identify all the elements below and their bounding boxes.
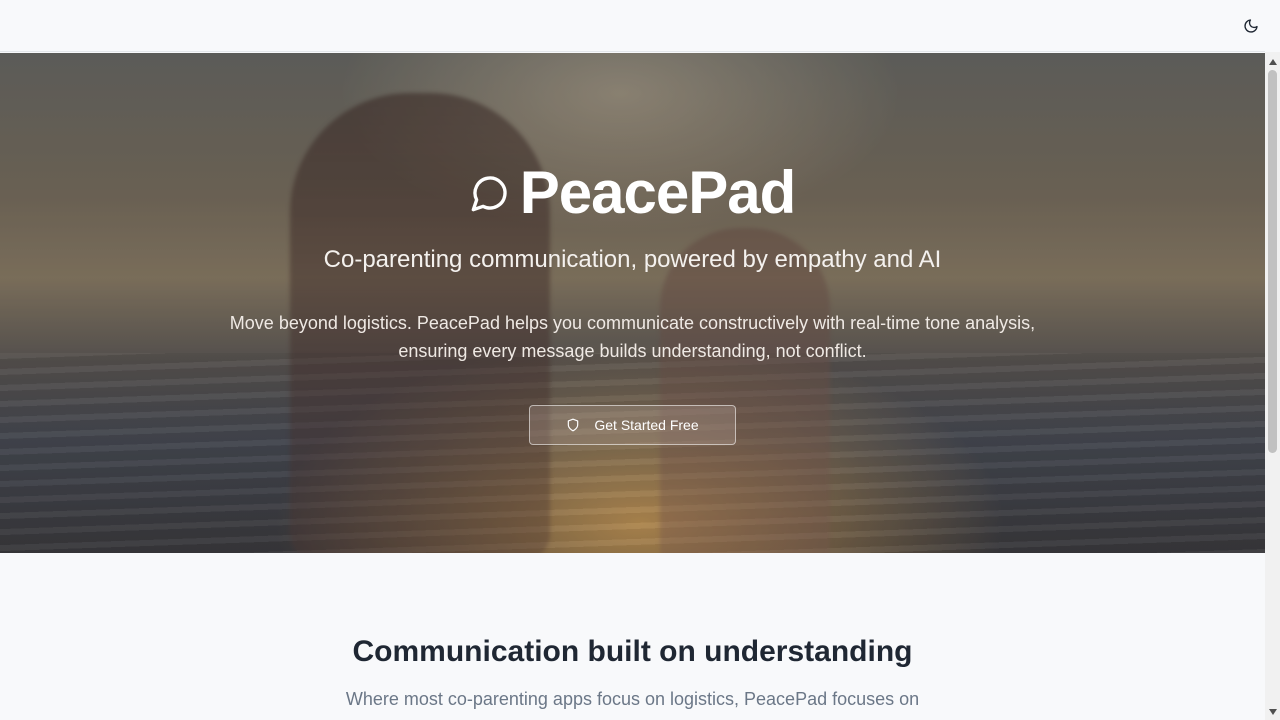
brand-name: PeacePad: [519, 159, 797, 226]
top-nav-bar: [0, 0, 1265, 52]
triangle-up-icon: [1268, 59, 1277, 65]
scrollbar-thumb[interactable]: [1268, 70, 1277, 453]
theme-toggle-button[interactable]: [1239, 14, 1263, 38]
hero-description: Move beyond logistics. PeacePad helps yo…: [229, 313, 1036, 361]
section-subtitle: Where most co-parenting apps focus on lo…: [345, 689, 920, 709]
scroll-down-arrow[interactable]: [1265, 704, 1280, 720]
page-scrollbar[interactable]: [1265, 52, 1280, 720]
triangle-down-icon: [1268, 709, 1277, 715]
section-title: Communication built on understanding: [352, 635, 913, 668]
hero-section: PeacePad Co-parenting communication, pow…: [0, 53, 1265, 553]
hero-content: PeacePad Co-parenting communication, pow…: [0, 53, 1265, 553]
get-started-button[interactable]: Get Started Free: [529, 405, 736, 445]
moon-icon: [1244, 19, 1258, 33]
shield-icon: [568, 418, 579, 432]
hero-tagline: Co-parenting communication, powered by e…: [323, 246, 942, 273]
get-started-label: Get Started Free: [594, 417, 699, 433]
scroll-up-arrow[interactable]: [1265, 54, 1280, 70]
brand: PeacePad: [0, 158, 1265, 228]
message-circle-icon: [471, 176, 507, 212]
